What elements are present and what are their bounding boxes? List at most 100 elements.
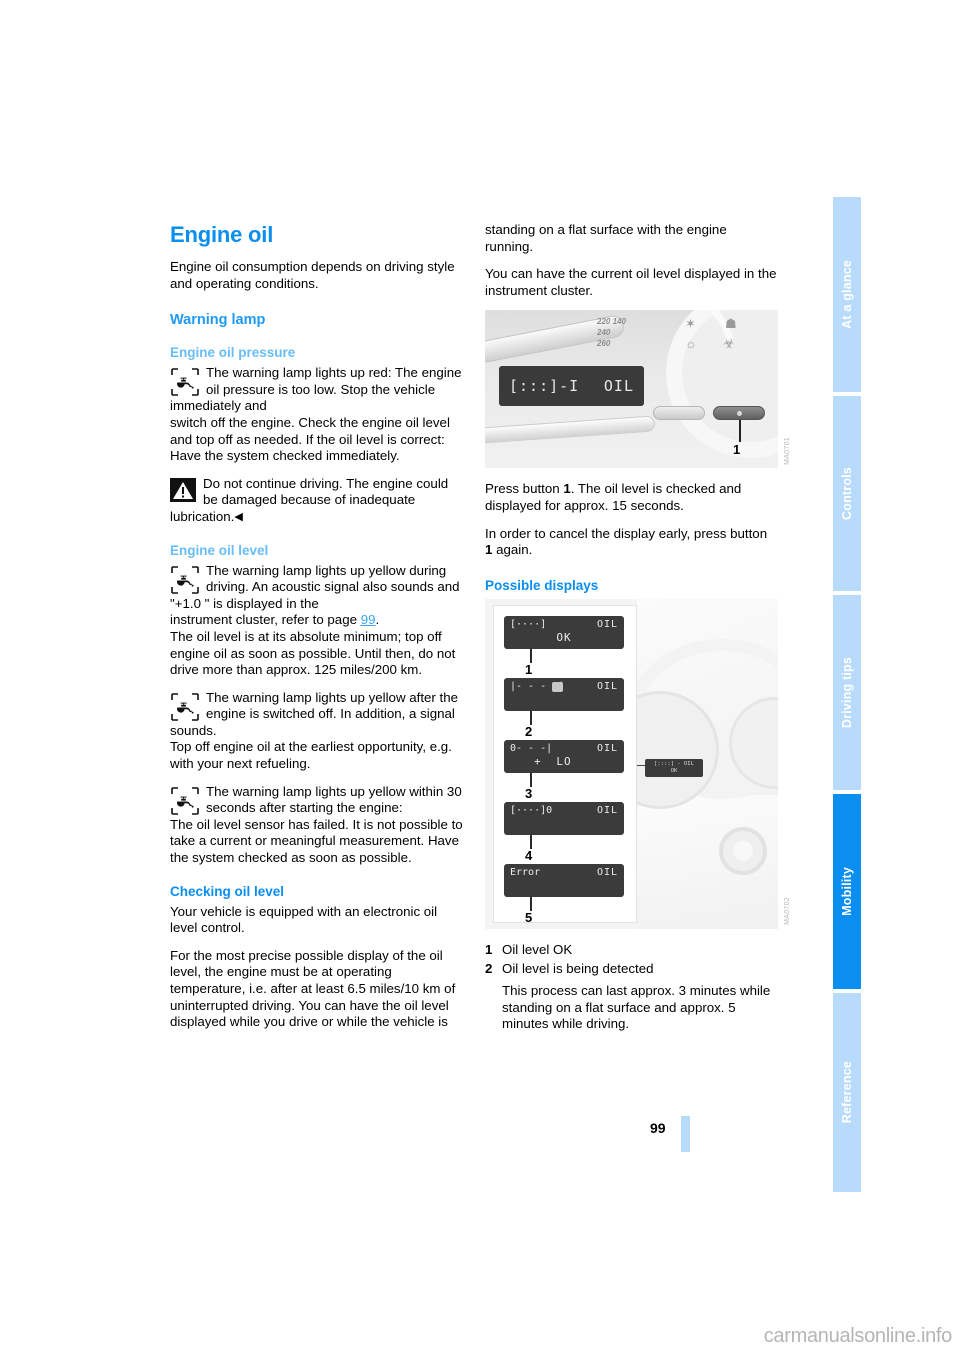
section-tab-rail: At a glance Controls Driving tips Mobili… <box>833 197 861 1192</box>
tab-mobility[interactable]: Mobility <box>833 794 861 989</box>
callout-number: 3 <box>525 785 533 801</box>
page-link-99[interactable]: 99 <box>361 612 376 627</box>
oil-level-lamp-text-2: The warning lamp lights up yellow after … <box>170 689 459 738</box>
checking-para-2: For the most precise possible display of… <box>170 947 456 1030</box>
callout-number: 2 <box>525 723 533 739</box>
lcd-2: |- - - -| OIL <box>504 677 624 711</box>
callout-number: 5 <box>525 909 533 925</box>
right-paragraph-2: You can have the current oil level displ… <box>485 266 777 298</box>
leader-line <box>530 834 532 849</box>
lcd-4: [····]0 OIL <box>504 801 624 835</box>
figure-possible-displays: [····] OIL OK 1 |- - - -| OIL 2 0- - -| … <box>485 598 791 929</box>
oil-level-lamp-block-3: The warning lamp lights up yellow within… <box>170 784 463 817</box>
oil-level-cont-2: Top off engine oil at the earliest oppor… <box>170 739 452 772</box>
oil-pressure-lamp-text: The warning lamp lights up red: The engi… <box>170 365 462 414</box>
tab-label: At a glance <box>840 260 854 329</box>
list-item: 2 Oil level is being detected <box>485 961 778 978</box>
tab-at-a-glance[interactable]: At a glance <box>833 197 861 392</box>
list-text: Oil level OK <box>502 941 573 957</box>
cluster-button-left[interactable] <box>653 406 705 421</box>
steering-wheel-logo <box>719 826 767 875</box>
figure-instrument-cluster: 220 140 240 260 ✶ ☗ ☼ ☣ [:::]-I OIL 1 MA… <box>485 310 791 469</box>
oil-level-cont-text: instrument cluster, refer to page <box>170 612 361 628</box>
warning-triangle-icon <box>170 477 196 502</box>
heading-engine-oil-level: Engine oil level <box>170 542 269 558</box>
mini-lcd-line-2: OK <box>670 767 678 774</box>
right-column: standing on a flat surface with the engi… <box>485 222 791 1033</box>
lcd-1-oil: OIL <box>596 618 618 630</box>
press-button-number: 1 <box>563 481 571 497</box>
page-title: Engine oil <box>170 222 274 247</box>
tab-label: Mobility <box>840 867 854 916</box>
scale-140: 140 <box>612 317 626 327</box>
checking-para-1: Your vehicle is equipped with an electro… <box>170 903 438 936</box>
cancel-display-paragraph: In order to cancel the display early, pr… <box>485 526 778 559</box>
leader-line <box>530 772 532 787</box>
lcd-3-bar: 0- - -| <box>510 742 553 754</box>
heading-warning-lamp: Warning lamp <box>170 312 266 329</box>
list-number: 2 <box>485 961 493 977</box>
figure-code: MA0701 <box>784 436 791 465</box>
sun-icon: ☼ <box>685 336 697 352</box>
oil-pressure-continuation: switch off the engine. Check the engine … <box>170 414 450 464</box>
right-continuation-paragraph: standing on a flat surface with the engi… <box>485 222 727 254</box>
oil-level-lamp-text-1: The warning lamp lights up yellow during… <box>170 562 460 611</box>
scale-220: 220 <box>597 317 611 327</box>
lcd-4-bar: [····]0 <box>510 804 553 816</box>
figure-code: MA0702 <box>784 896 791 925</box>
dash-trim <box>485 415 656 445</box>
fog-lamp-icon: ☣ <box>723 336 735 352</box>
lcd-1-status: OK <box>556 630 572 644</box>
oil-level-cont-1b: The oil level is at its absolute minimum… <box>170 628 456 678</box>
display-variant-5: Error OIL 5 <box>504 863 624 925</box>
caution-body: Do not continue driving. The engine coul… <box>170 475 449 524</box>
oil-level-cont-1a: instrument cluster, refer to page 99. <box>170 612 463 629</box>
display-variant-4: [····]0 OIL 4 <box>504 801 624 863</box>
callout-leader-line <box>739 420 741 443</box>
callout-number: 1 <box>525 661 533 677</box>
heading-possible-displays: Possible displays <box>485 577 599 593</box>
callout-number-1: 1 <box>733 442 741 458</box>
tab-driving-tips[interactable]: Driving tips <box>833 595 861 790</box>
lcd-oil-label: OIL <box>603 377 634 396</box>
oil-level-lamp-block-1: The warning lamp lights up yellow during… <box>170 563 463 613</box>
caution-endmark: ◀ <box>234 510 243 523</box>
oil-level-cont-period: . <box>375 612 380 628</box>
cluster-mini-lcd: [::::] - OIL OK <box>645 758 703 777</box>
oil-level-warning-lamp-icon <box>170 786 200 816</box>
oil-level-lamp-block-2: The warning lamp lights up yellow after … <box>170 690 463 740</box>
oil-level-cont-3: The oil level sensor has failed. It is n… <box>170 816 463 866</box>
list-text: Oil level is being detected <box>502 961 654 977</box>
lcd-1-bar: [····] <box>510 618 547 630</box>
callout-number: 4 <box>525 847 533 863</box>
lcd-5-oil: OIL <box>596 866 618 878</box>
lcd-5: Error OIL <box>504 863 624 897</box>
left-column: Engine oil Engine oil consumption depend… <box>170 222 463 1042</box>
oil-level-warning-lamp-icon <box>170 692 200 722</box>
leader-line <box>530 648 532 663</box>
lcd-5-bar: Error <box>510 866 541 878</box>
caution-text: Do not continue driving. The engine coul… <box>170 476 463 526</box>
tab-label: Controls <box>840 467 854 520</box>
lcd-level-bar: [:::]-I <box>509 377 580 396</box>
oil-level-warning-lamp-icon <box>170 565 200 595</box>
lcd-3-oil: OIL <box>596 742 618 754</box>
oil-level-lamp-text-3: The warning lamp lights up yellow within… <box>206 783 462 816</box>
heading-engine-oil-pressure: Engine oil pressure <box>170 345 296 361</box>
lamp-icon: ☗ <box>725 316 737 332</box>
leader-line <box>530 710 532 725</box>
oil-pressure-warning-lamp-icon <box>170 367 200 397</box>
tab-controls[interactable]: Controls <box>833 396 861 591</box>
tab-label: Reference <box>840 1061 854 1124</box>
display-variant-3: 0- - -| OIL + LO 3 <box>504 739 624 801</box>
display-variants-panel: [····] OIL OK 1 |- - - -| OIL 2 0- - -| … <box>493 604 637 925</box>
lcd-3: 0- - -| OIL + LO <box>504 739 624 773</box>
tab-reference[interactable]: Reference <box>833 993 861 1192</box>
page-marker-bar <box>681 1116 690 1152</box>
possible-displays-illustration: [····] OIL OK 1 |- - - -| OIL 2 0- - -| … <box>485 598 778 929</box>
page-number: 99 <box>650 1120 666 1136</box>
scale-240: 240 <box>597 328 611 338</box>
list-item: 1 Oil level OK <box>485 942 778 959</box>
watermark: carmanualsonline.info <box>763 1325 953 1347</box>
press-before: Press button <box>485 481 564 497</box>
